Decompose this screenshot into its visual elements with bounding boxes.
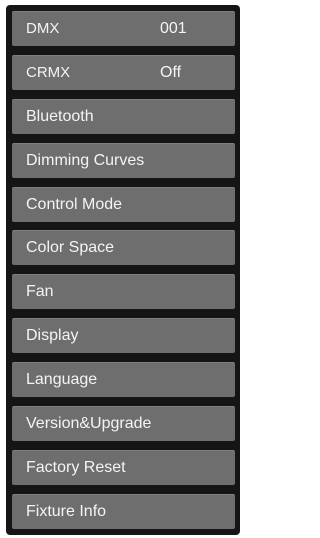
menu-item-fan[interactable]: Fan [12,274,235,310]
menu-item-fixture-info[interactable]: Fixture Info [12,493,235,529]
menu-item-label: Control Mode [26,195,123,213]
menu-item-label: Version&Upgrade [26,415,152,433]
menu-item-label: Fan [26,283,54,301]
menu-item-label: Language [26,371,98,389]
menu-item-version-upgrade[interactable]: Version&Upgrade [12,406,235,442]
menu-item-label: Display [26,327,79,345]
menu-item-display[interactable]: Display [12,318,235,354]
menu-item-crmx[interactable]: CRMX Off [12,54,235,90]
menu-item-label: DMX [26,20,60,37]
menu-item-dmx[interactable]: DMX 001 [12,11,235,46]
crmx-status-value: Off [160,63,182,81]
menu-item-label: Bluetooth [26,107,94,125]
menu-item-dimming-curves[interactable]: Dimming Curves [12,142,235,178]
menu-item-label: Fixture Info [26,502,107,520]
menu-item-label: Color Space [26,239,115,257]
menu-item-factory-reset[interactable]: Factory Reset [12,449,235,485]
menu-item-color-space[interactable]: Color Space [12,230,235,266]
menu-item-language[interactable]: Language [12,362,235,398]
dmx-address-value: 001 [160,20,187,37]
menu-item-label: Dimming Curves [26,151,145,169]
menu-item-bluetooth[interactable]: Bluetooth [12,98,235,134]
menu-item-label: CRMX [26,63,71,81]
menu-item-label: Factory Reset [26,458,126,476]
settings-menu: DMX 001 CRMX Off Bluetooth Dimming Curve… [12,11,235,538]
menu-item-control-mode[interactable]: Control Mode [12,186,235,222]
